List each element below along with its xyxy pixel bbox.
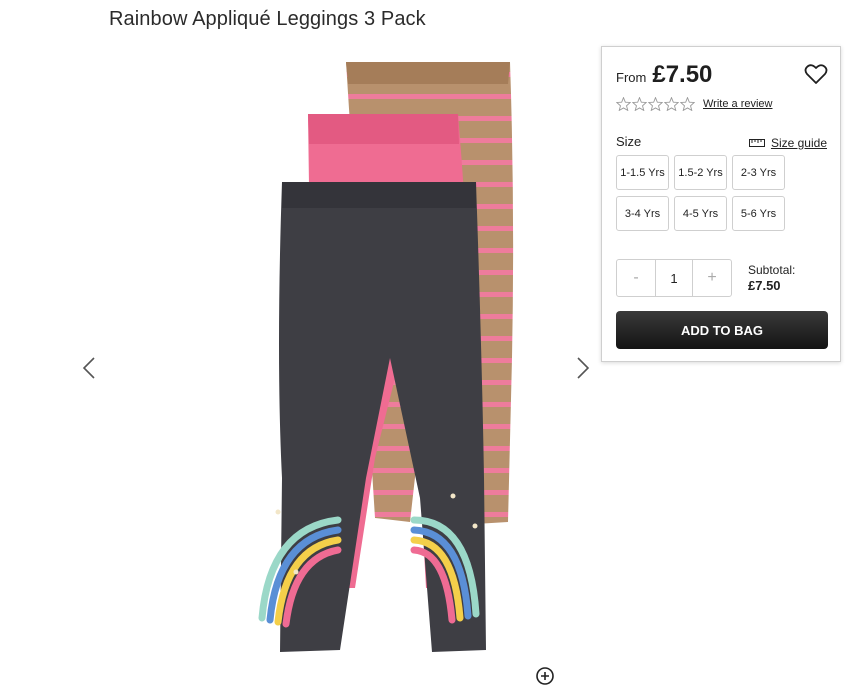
size-option[interactable]: 4-5 Yrs xyxy=(674,196,727,231)
size-option[interactable]: 5-6 Yrs xyxy=(732,196,785,231)
price: £7.50 xyxy=(652,61,713,88)
chevron-right-icon xyxy=(577,357,590,379)
size-guide-link[interactable]: Size guide xyxy=(748,136,827,150)
size-option[interactable]: 1.5-2 Yrs xyxy=(674,155,727,190)
purchase-panel: From £7.50 Write a review Size Size guid… xyxy=(601,46,841,362)
size-option[interactable]: 3-4 Yrs xyxy=(616,196,669,231)
quantity-increase-button[interactable]: + xyxy=(693,260,731,296)
rating-row: Write a review xyxy=(616,97,772,111)
size-option[interactable]: 2-3 Yrs xyxy=(732,155,785,190)
quantity-decrease-button[interactable]: - xyxy=(617,260,655,296)
next-image-arrow[interactable] xyxy=(570,352,594,384)
star-icon xyxy=(648,97,663,111)
chevron-left-icon xyxy=(82,357,95,379)
star-icon xyxy=(664,97,679,111)
star-icon xyxy=(632,97,647,111)
ruler-icon xyxy=(748,139,765,147)
quantity-stepper: - 1 + xyxy=(616,259,732,297)
product-image-gallery xyxy=(70,48,598,677)
previous-image-arrow[interactable] xyxy=(78,352,102,384)
write-review-link[interactable]: Write a review xyxy=(703,98,772,110)
star-rating xyxy=(616,97,695,111)
star-icon xyxy=(616,97,631,111)
size-option[interactable]: 1-1.5 Yrs xyxy=(616,155,669,190)
from-label: From xyxy=(616,70,647,85)
subtotal: Subtotal: £7.50 xyxy=(748,262,795,294)
price-row: From £7.50 xyxy=(616,61,712,89)
wishlist-heart-icon[interactable] xyxy=(804,63,828,85)
star-icon xyxy=(680,97,695,111)
quantity-value[interactable]: 1 xyxy=(655,260,693,296)
size-guide-label: Size guide xyxy=(770,136,827,150)
product-title: Rainbow Appliqué Leggings 3 Pack xyxy=(109,8,426,30)
size-label: Size xyxy=(616,134,642,149)
product-image xyxy=(258,62,514,652)
subtotal-amount: £7.50 xyxy=(748,278,781,293)
subtotal-label: Subtotal: xyxy=(748,263,796,277)
add-to-bag-button[interactable]: ADD TO BAG xyxy=(616,311,828,349)
zoom-icon[interactable] xyxy=(534,665,556,687)
